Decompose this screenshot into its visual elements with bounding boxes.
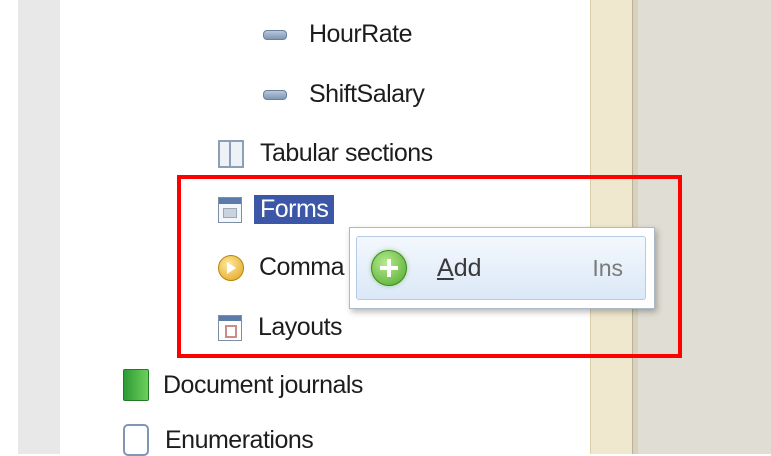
tabular-section-icon <box>218 139 244 168</box>
tree-item-document-journals[interactable]: Document journals <box>123 369 363 401</box>
red-highlight-annotation <box>177 175 682 358</box>
attribute-icon <box>263 89 287 100</box>
window-edge <box>0 0 18 454</box>
left-gutter-panel <box>18 0 61 454</box>
tree-item-shift-salary[interactable]: ShiftSalary <box>263 80 425 109</box>
document-journal-icon <box>123 369 149 401</box>
tree-item-label: Tabular sections <box>260 139 433 167</box>
tree-item-tabular-sections[interactable]: Tabular sections <box>218 139 433 168</box>
tree-item-label: HourRate <box>309 20 413 48</box>
tree-item-label: Document journals <box>163 370 363 399</box>
attribute-icon <box>263 29 287 40</box>
tree-item-enumerations[interactable]: Enumerations <box>123 424 314 456</box>
tree-item-hour-rate[interactable]: HourRate <box>263 20 413 49</box>
tree-item-label: ShiftSalary <box>309 80 425 108</box>
enumeration-icon <box>123 424 149 456</box>
tree-item-label: Enumerations <box>165 425 314 454</box>
